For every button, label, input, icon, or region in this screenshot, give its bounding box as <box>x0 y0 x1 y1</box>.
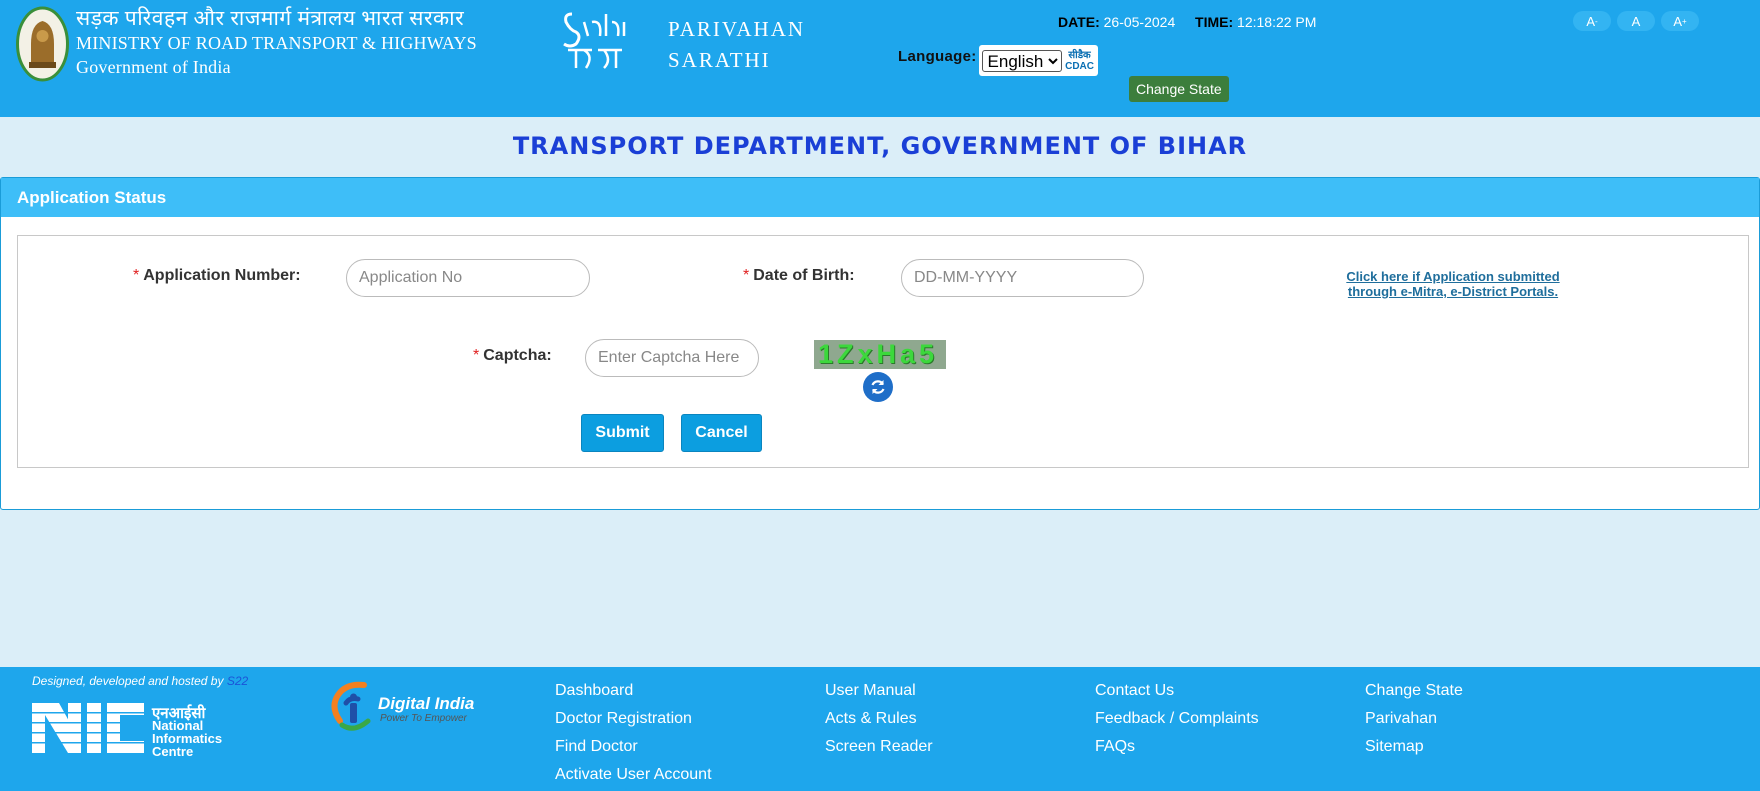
application-number-label-text: Application Number: <box>143 267 301 284</box>
language-selector: Language: English सीडैक CDAC <box>898 45 1098 76</box>
cdac-hindi: सीडैक <box>1068 49 1091 61</box>
footer-links-col4: Change State Parivahan Sitemap <box>1365 677 1463 761</box>
application-number-input[interactable] <box>346 259 590 297</box>
national-emblem-icon <box>16 6 69 82</box>
footer-link-parivahan[interactable]: Parivahan <box>1365 705 1463 733</box>
designed-by-text: Designed, developed and hosted by <box>32 674 224 688</box>
department-title: TRANSPORT DEPARTMENT, GOVERNMENT OF BIHA… <box>512 132 1248 160</box>
cdac-logo: सीडैक CDAC <box>1065 50 1095 72</box>
sarathi-line1: PARIVAHAN <box>668 17 806 41</box>
footer-link-screen-reader[interactable]: Screen Reader <box>825 733 933 761</box>
sarathi-line2: SARATHI <box>668 48 771 72</box>
captcha-label-text: Captcha: <box>483 347 552 364</box>
designed-by: Designed, developed and hosted by S22 <box>32 674 248 688</box>
captcha-label: * Captcha: <box>473 347 552 365</box>
ministry-english: MINISTRY OF ROAD TRANSPORT & HIGHWAYS <box>76 33 477 53</box>
ministry-hindi: सड़क परिवहन और राजमार्ग मंत्रालय भारत सर… <box>76 6 465 30</box>
portal-application-link[interactable]: Click here if Application submitted thro… <box>1328 269 1578 299</box>
time-label: TIME: <box>1195 14 1234 30</box>
footer-link-dashboard[interactable]: Dashboard <box>555 677 712 705</box>
required-mark: * <box>473 347 480 364</box>
change-state-button[interactable]: Change State <box>1129 76 1229 102</box>
date-of-birth-input[interactable] <box>901 259 1144 297</box>
date-of-birth-label-text: Date of Birth: <box>753 267 855 284</box>
time-value: 12:18:22 PM <box>1237 14 1317 30</box>
footer-link-user-manual[interactable]: User Manual <box>825 677 933 705</box>
designed-by-s22: S22 <box>226 674 249 688</box>
date-label: DATE: <box>1058 14 1100 30</box>
submit-button[interactable]: Submit <box>581 414 664 452</box>
font-size-controls: A- A A + <box>1573 11 1699 31</box>
font-normal-label: A <box>1631 13 1641 29</box>
footer-link-contact-us[interactable]: Contact Us <box>1095 677 1259 705</box>
language-label: Language: <box>898 48 977 65</box>
font-decrease-label: A <box>1586 13 1595 29</box>
footer-link-doctor-registration[interactable]: Doctor Registration <box>555 705 712 733</box>
application-status-card: Application Status * Application Number: … <box>0 177 1760 510</box>
required-mark: * <box>743 267 750 284</box>
font-decrease-button[interactable]: A- <box>1573 11 1611 31</box>
application-status-form: *Application Number: *Date of Birth: Cli… <box>17 235 1749 468</box>
footer-link-activate-user-account[interactable]: Activate User Account <box>555 761 712 789</box>
required-mark: * <box>133 267 140 284</box>
ministry-name: सड़क परिवहन और राजमार्ग मंत्रालय भारत सर… <box>76 6 477 79</box>
footer-link-acts-rules[interactable]: Acts & Rules <box>825 705 933 733</box>
footer-links-col1: Dashboard Doctor Registration Find Docto… <box>555 677 712 789</box>
application-number-label: * Application Number: <box>133 267 301 285</box>
captcha-image: 1ZxHa5 <box>814 340 946 369</box>
site-footer: Designed, developed and hosted by S22 एन… <box>0 667 1760 791</box>
date-of-birth-label: * Date of Birth: <box>743 267 855 285</box>
language-select[interactable]: English <box>981 49 1062 72</box>
date-time: DATE: 26-05-2024 TIME: 12:18:22 PM <box>1058 14 1316 30</box>
font-increase-label: A <box>1673 13 1682 29</box>
footer-link-faqs[interactable]: FAQs <box>1095 733 1259 761</box>
captcha-input[interactable] <box>585 339 759 377</box>
site-header: सड़क परिवहन और राजमार्ग मंत्रालय भारत सर… <box>0 0 1760 117</box>
footer-link-find-doctor[interactable]: Find Doctor <box>555 733 712 761</box>
government-of-india: Government of India <box>76 57 231 77</box>
cancel-button[interactable]: Cancel <box>681 414 762 452</box>
footer-link-feedback-complaints[interactable]: Feedback / Complaints <box>1095 705 1259 733</box>
footer-link-change-state[interactable]: Change State <box>1365 677 1463 705</box>
refresh-captcha-icon[interactable] <box>863 372 893 402</box>
digital-india-text: Digital India <box>378 694 475 713</box>
cdac-english: CDAC <box>1065 60 1094 72</box>
nic-logo-icon <box>32 703 144 753</box>
sarathi-logo-icon <box>563 12 626 69</box>
font-normal-button[interactable]: A <box>1617 11 1655 31</box>
footer-link-sitemap[interactable]: Sitemap <box>1365 733 1463 761</box>
footer-links-col3: Contact Us Feedback / Complaints FAQs <box>1095 677 1259 761</box>
nic-line3: Centre <box>152 744 194 759</box>
footer-links-col2: User Manual Acts & Rules Screen Reader <box>825 677 933 761</box>
sarathi-title: PARIVAHAN SARATHI <box>668 14 805 76</box>
section-title: Application Status <box>1 178 1759 217</box>
language-box: English सीडैक CDAC <box>978 45 1098 76</box>
digital-india-tagline: Power To Empower <box>380 713 467 724</box>
nic-english: National Informatics Centre <box>152 719 222 758</box>
font-increase-button[interactable]: A + <box>1661 11 1699 31</box>
date-value: 26-05-2024 <box>1103 14 1176 30</box>
